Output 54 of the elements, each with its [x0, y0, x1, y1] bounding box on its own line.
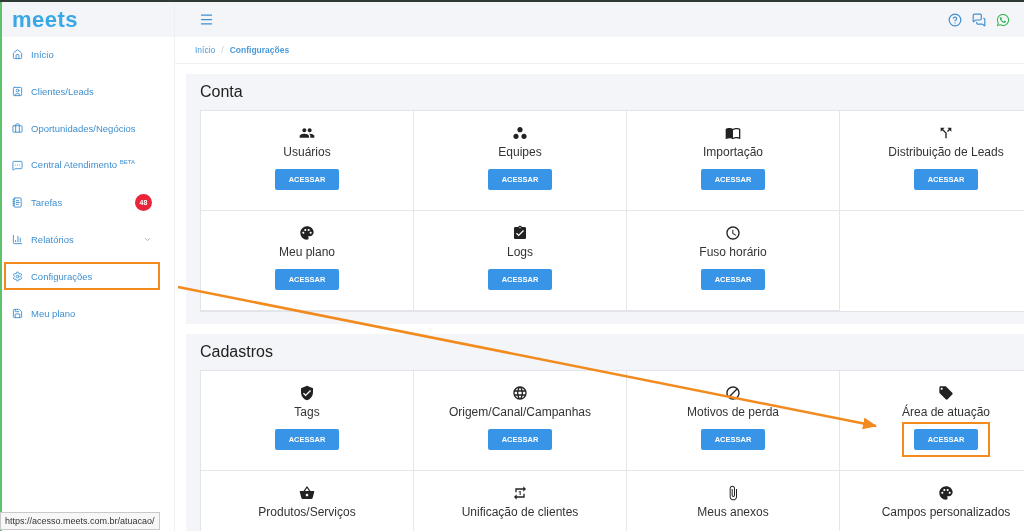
globe-icon: [512, 385, 528, 401]
breadcrumb-separator: /: [221, 45, 224, 55]
briefcase-icon: [12, 122, 23, 134]
palette-icon: [938, 485, 954, 501]
notebook-icon: [12, 196, 23, 208]
section-title: Cadastros: [200, 342, 274, 362]
whatsapp-icon[interactable]: [996, 12, 1010, 27]
section-title: Conta: [200, 82, 244, 102]
save-icon: [12, 307, 23, 319]
card-title: Campos personalizados: [881, 505, 1011, 519]
status-url: https://acesso.meets.com.br/atuacao/: [0, 512, 160, 530]
home-icon: [12, 48, 23, 60]
tag-icon: [938, 385, 954, 401]
chat-icon[interactable]: [972, 12, 986, 27]
card-title: Tags: [294, 405, 320, 419]
bar-chart-icon: [12, 233, 23, 245]
card-title: Distribuição de Leads: [888, 145, 1004, 159]
book-icon: [725, 125, 741, 141]
card-title: Fuso horário: [699, 245, 767, 259]
sidebar-item[interactable]: Relatórios: [4, 225, 160, 253]
clock-icon: [725, 225, 741, 241]
card-title: Logs: [507, 245, 533, 259]
card-title: Motivos de perda: [686, 405, 780, 419]
card-title: Área de atuação: [901, 405, 991, 419]
card-title: Meus anexos: [697, 505, 769, 519]
card-title: Meu plano: [278, 245, 335, 259]
repeat-icon: [512, 485, 528, 501]
card-title: Unificação de clientes: [461, 505, 579, 519]
people-icon: [299, 125, 315, 141]
sidebar-item[interactable]: Oportunidades/Negócios: [4, 114, 160, 142]
team-icon: [512, 125, 528, 141]
basket-icon: [299, 485, 315, 501]
card-title: Importação: [703, 145, 763, 159]
clipboard-check-icon: [512, 225, 528, 241]
card-title: Origem/Canal/Campanhas: [448, 405, 592, 419]
card-title: Equipes: [498, 145, 542, 159]
sidebar-item[interactable]: Início: [4, 40, 160, 68]
card-title: Produtos/Serviços: [258, 505, 356, 519]
chat-icon: [12, 159, 23, 171]
breadcrumb-link[interactable]: Configurações: [229, 45, 290, 55]
block-icon: [725, 385, 741, 401]
sidebar-item[interactable]: Central Atendimento $^{BETA}$: [4, 151, 160, 179]
user-card-icon: [12, 85, 23, 97]
card-title: Usuários: [283, 145, 331, 159]
breadcrumb-link[interactable]: Início: [195, 45, 216, 55]
sidebar-item[interactable]: Clientes/Leads: [4, 77, 160, 105]
sidebar-item[interactable]: Meu plano: [4, 299, 160, 327]
split-arrow-icon: [938, 125, 954, 141]
palette-icon: [299, 225, 315, 241]
shield-check-icon: [299, 385, 315, 401]
help-icon[interactable]: [948, 12, 962, 27]
menu-icon[interactable]: [199, 12, 214, 27]
settings-icon: [12, 270, 23, 282]
sidebar-item[interactable]: Configurações: [4, 262, 160, 290]
